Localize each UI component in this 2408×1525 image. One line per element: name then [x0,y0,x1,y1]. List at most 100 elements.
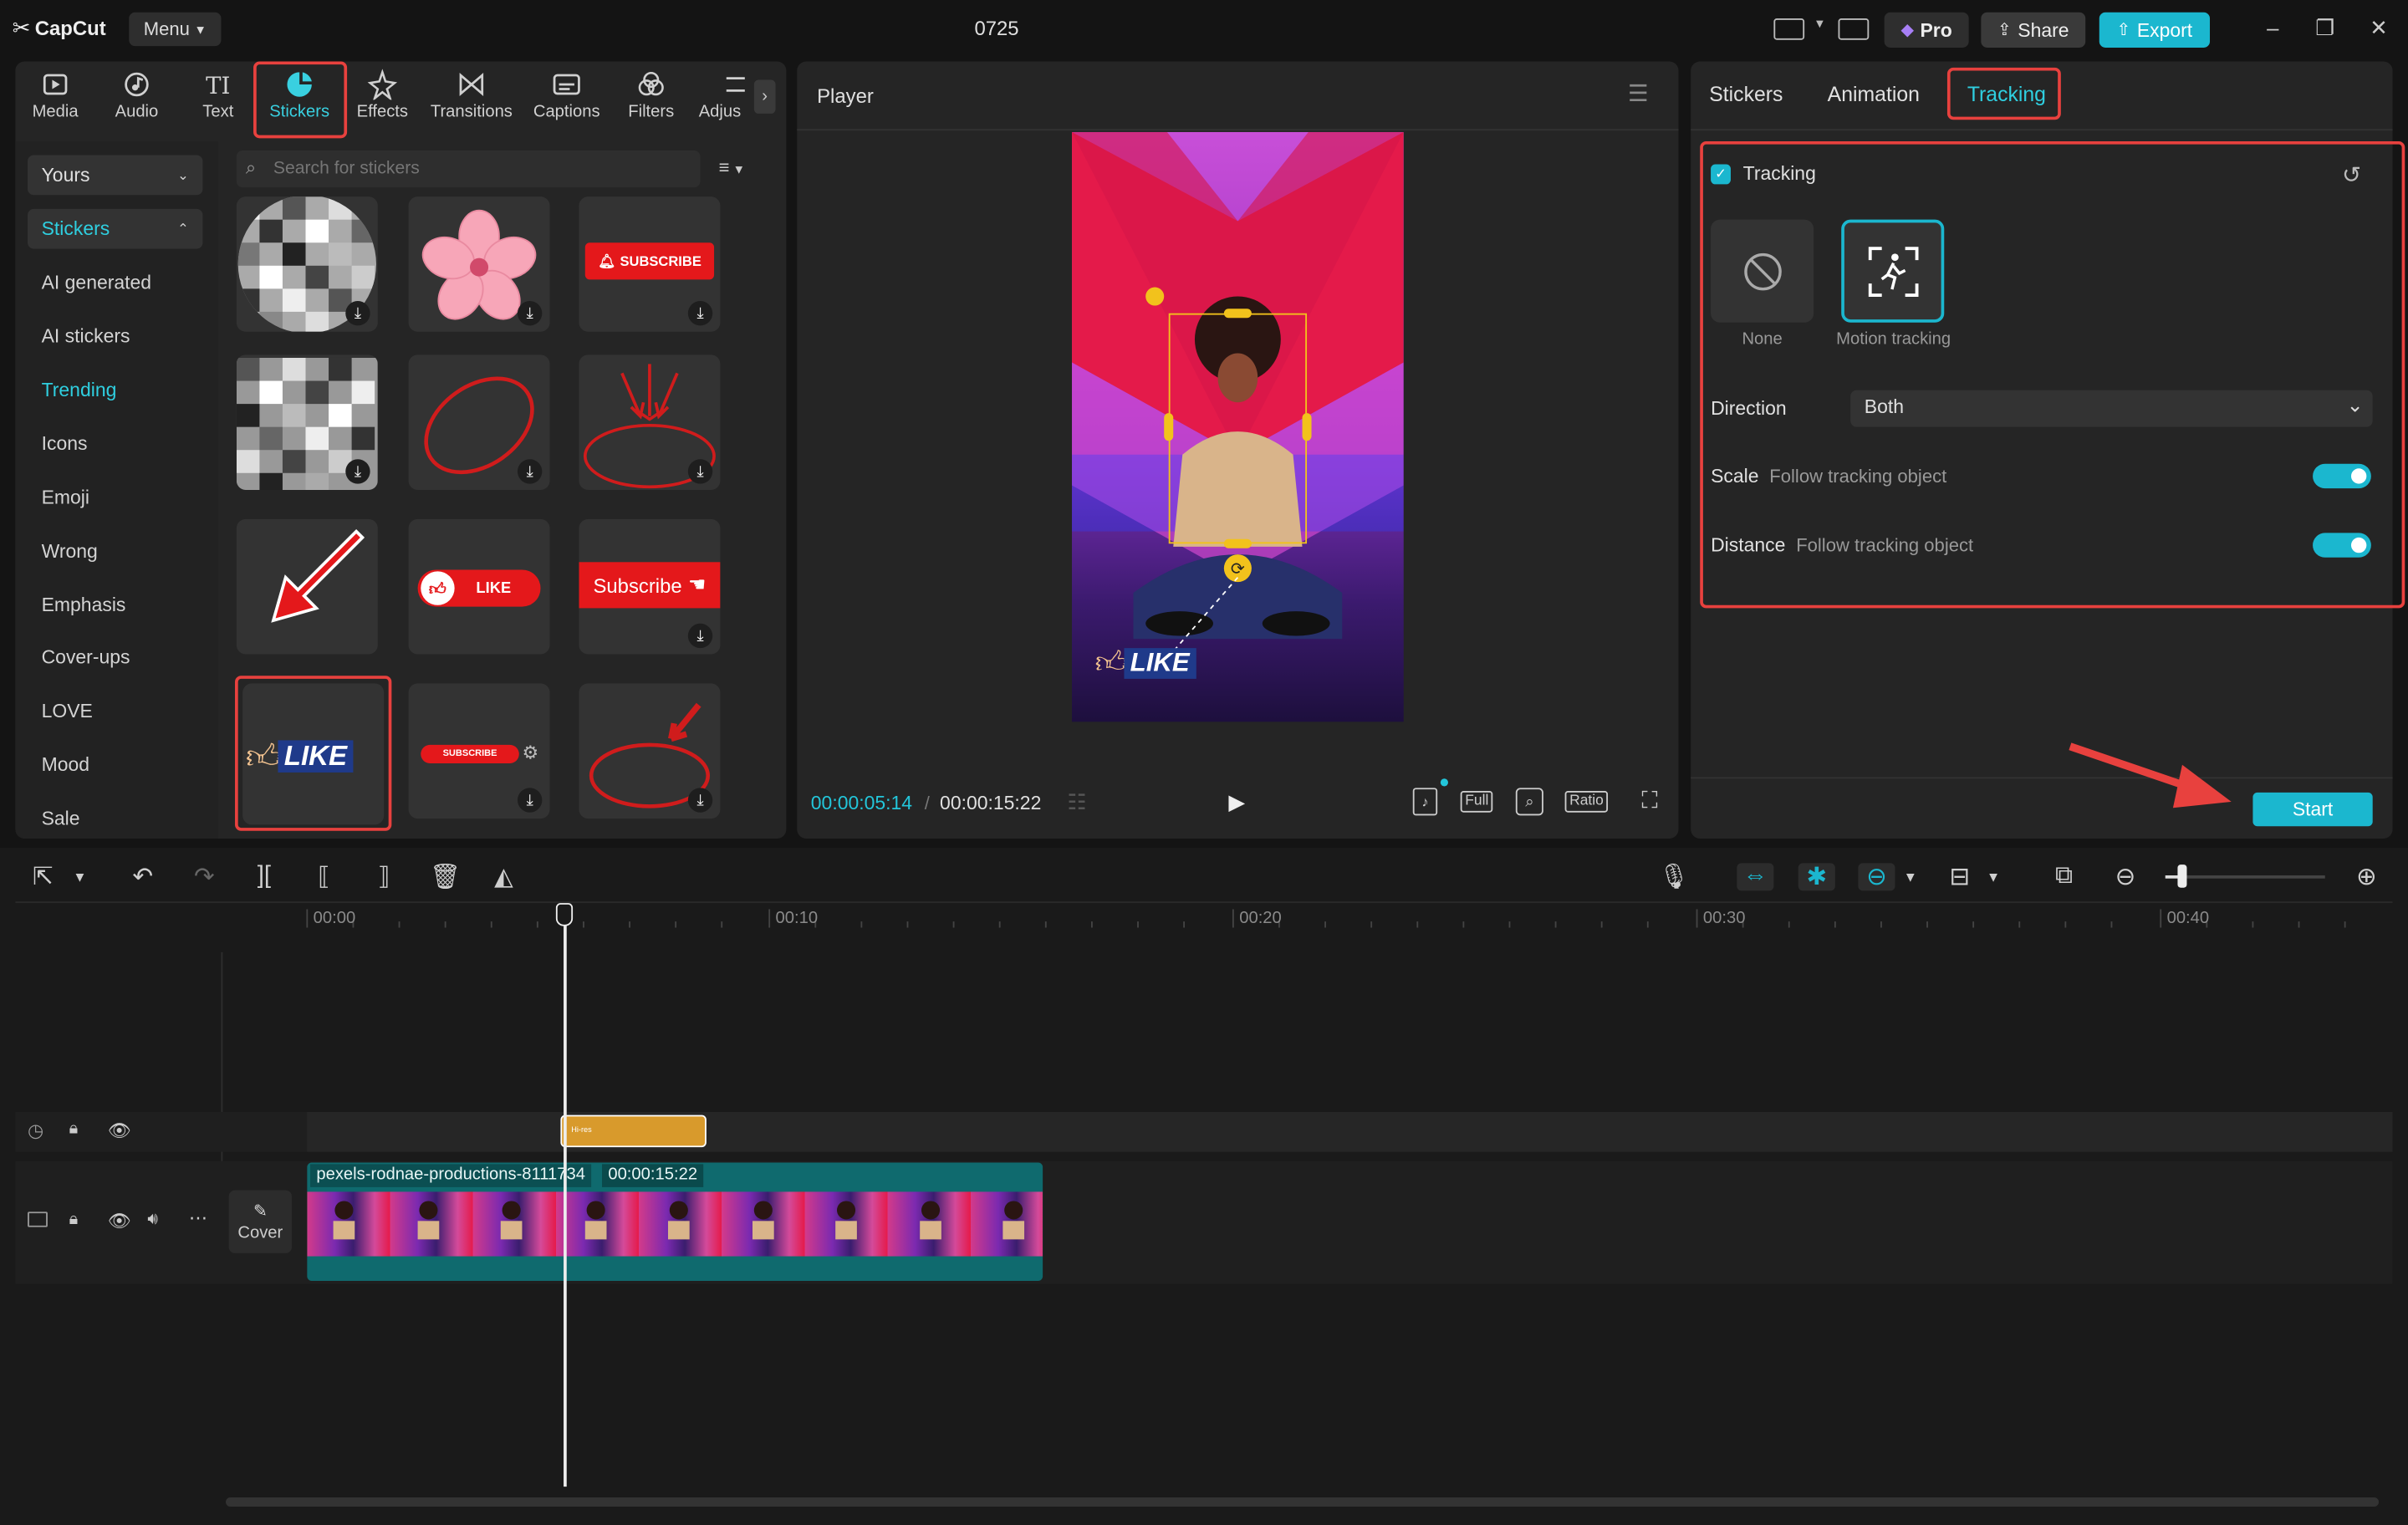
sidebar-item-cover-ups[interactable]: Cover-ups [42,646,130,668]
play-icon[interactable]: ▶ [1228,789,1245,815]
tab-animation[interactable]: Animation [1828,83,1920,106]
sidebar-item-emoji[interactable]: Emoji [42,487,89,508]
reset-icon[interactable]: ↺ [2342,161,2361,189]
sticker-pink-flower[interactable]: ⤓ [408,196,550,332]
sticker-like-thumb-selected[interactable]: 👍︎ LIKE [242,683,385,825]
download-icon[interactable]: ⤓ [517,301,543,326]
tool-transitions[interactable]: Transitions [431,69,513,128]
download-icon[interactable]: ⤓ [517,459,543,484]
player-menu-icon[interactable]: ☰ [1628,80,1649,107]
export-button[interactable]: ⇧ Export [2099,12,2211,48]
distance-toggle[interactable] [2313,533,2371,558]
tool-audio[interactable]: Audio [97,69,177,128]
timeline-horizontal-scrollbar[interactable] [225,1497,2380,1507]
auto-snap-icon[interactable]: ✱ [1798,863,1835,891]
sidebar-item-love[interactable]: LOVE [42,701,93,722]
video-preview[interactable]: ⟳ 👍︎ LIKE [1072,131,1404,722]
download-icon[interactable]: ⤓ [345,301,370,326]
download-icon[interactable]: ⤓ [687,459,713,484]
chevron-down-icon[interactable]: ▼ [1978,863,2009,890]
split-icon[interactable]: ][ [249,863,280,890]
tracking-checkbox[interactable]: ✓ [1711,164,1731,185]
sticker-like-button[interactable]: 👍︎ LIKE [408,518,550,655]
download-icon[interactable]: ⤓ [345,459,370,484]
tracking-option-none[interactable] [1711,219,1814,323]
zoom-slider-handle[interactable] [2177,865,2187,888]
playhead-handle[interactable] [555,903,574,926]
select-tool-icon[interactable]: ⇱ [28,863,59,890]
chevron-down-icon[interactable]: ▼ [1895,863,1926,890]
minimize-icon[interactable]: – [2259,14,2287,42]
fullscreen-icon[interactable]: ⛶ [1641,788,1657,814]
tool-captions[interactable]: Captions [527,69,607,128]
download-icon[interactable]: ⤓ [687,301,713,326]
main-track-magnet-icon[interactable]: ⇔ [1737,863,1774,891]
sidebar-item-wrong[interactable]: Wrong [42,541,98,563]
close-icon[interactable]: ✕ [2365,14,2393,42]
tool-stickers[interactable]: Stickers [259,69,339,128]
chevron-down-icon[interactable]: ▼ [1814,17,1826,31]
filter-sort-button[interactable]: ≡ ▼ [719,156,746,178]
keyboard-icon[interactable] [1838,18,1870,40]
tab-stickers[interactable]: Stickers [1709,83,1783,106]
sidebar-item-icons[interactable]: Icons [42,433,88,455]
sticker-red-arrow[interactable] [236,518,378,655]
stickers-dropdown[interactable]: Stickers ⌃ [28,208,203,249]
start-button[interactable]: Start [2252,792,2373,827]
preview-axis-icon[interactable]: ⊟ [1944,863,1975,890]
microphone-icon[interactable]: 🎙︎ [1658,863,1689,890]
redo-icon[interactable]: ↷ [189,863,220,890]
sticker-subscribe-tiny[interactable]: SUBSCRIBE ⚙ ⤓ [408,683,550,819]
sidebar-item-mood[interactable]: Mood [42,754,89,776]
sidebar-item-ai-stickers[interactable]: AI stickers [42,325,130,347]
sticker-clip[interactable]: Hi-res [560,1114,707,1148]
more-icon[interactable]: ⋯ [189,1207,207,1229]
like-sticker-overlay[interactable]: 👍︎ LIKE [1095,645,1196,681]
tool-filters[interactable]: Filters [611,69,691,128]
sidebar-item-trending[interactable]: Trending [42,380,117,401]
sticker-subscribe-click[interactable]: Subscribe ☚ ⤓ [579,518,721,655]
timecode-grid-icon[interactable]: ☷ [1068,789,1087,815]
zoom-slider-track[interactable] [2165,875,2325,879]
delete-icon[interactable]: 🗑︎ [430,863,461,890]
sidebar-item-sale[interactable]: Sale [42,808,80,829]
split-left-icon[interactable]: ⟦ [309,863,339,890]
mirror-icon[interactable]: ◭ [488,863,519,890]
eye-icon[interactable]: 👁︎ [108,1210,131,1232]
tab-tracking[interactable]: Tracking [1967,83,2046,106]
sticker-arrow-oval[interactable]: ⤓ [579,683,721,819]
sticker-arrows-circle[interactable]: ⤓ [579,354,721,490]
sticker-red-circle-scribble[interactable]: ⤓ [408,354,550,490]
ratio-button[interactable]: Ratio [1564,791,1609,813]
tools-scroll-right-button[interactable]: › [753,79,776,114]
sidebar-item-ai-generated[interactable]: AI generated [42,272,151,293]
fit-timeline-icon[interactable]: ⧉ [2048,863,2079,890]
yours-dropdown[interactable]: Yours ⌄ [28,155,203,196]
layout-icon[interactable] [1773,18,1805,40]
sticker-subscribe-bell[interactable]: 🔔︎ SUBSCRIBE ⤓ [579,196,721,332]
pro-button[interactable]: ◆ Pro [1884,12,1969,48]
search-input[interactable] [273,155,688,183]
share-button[interactable]: ⇪ Share [1981,12,2086,48]
zoom-in-icon[interactable]: ⊕ [2351,863,2382,890]
download-icon[interactable]: ⤓ [517,788,543,813]
tool-adjust[interactable]: Adjus [692,69,751,128]
video-clip[interactable]: pexels-rodnae-productions-8111734 00:00:… [307,1162,1043,1281]
sticker-mosaic-circle[interactable]: ⤓ [236,196,378,332]
tool-media[interactable]: Media [15,69,95,128]
tool-effects[interactable]: Effects [343,69,423,128]
tiktok-icon[interactable]: ♪ [1412,788,1438,816]
direction-select[interactable]: Both ⌄ [1850,390,2373,427]
sticker-mosaic-square[interactable]: ⤓ [236,354,378,490]
scale-toggle[interactable] [2313,463,2371,489]
undo-icon[interactable]: ↶ [127,863,158,890]
tool-text[interactable]: TI Text [178,69,258,128]
download-icon[interactable]: ⤓ [687,623,713,649]
speaker-icon[interactable]: 🔊︎ [147,1210,158,1230]
download-icon[interactable]: ⤓ [687,788,713,813]
split-right-icon[interactable]: ⟧ [369,863,400,890]
chevron-down-icon[interactable]: ▼ [64,863,95,890]
full-quality-button[interactable]: Full [1460,791,1493,813]
cover-button[interactable]: ✎ Cover [228,1190,292,1253]
zoom-fit-icon[interactable]: ⌕ [1515,788,1543,816]
